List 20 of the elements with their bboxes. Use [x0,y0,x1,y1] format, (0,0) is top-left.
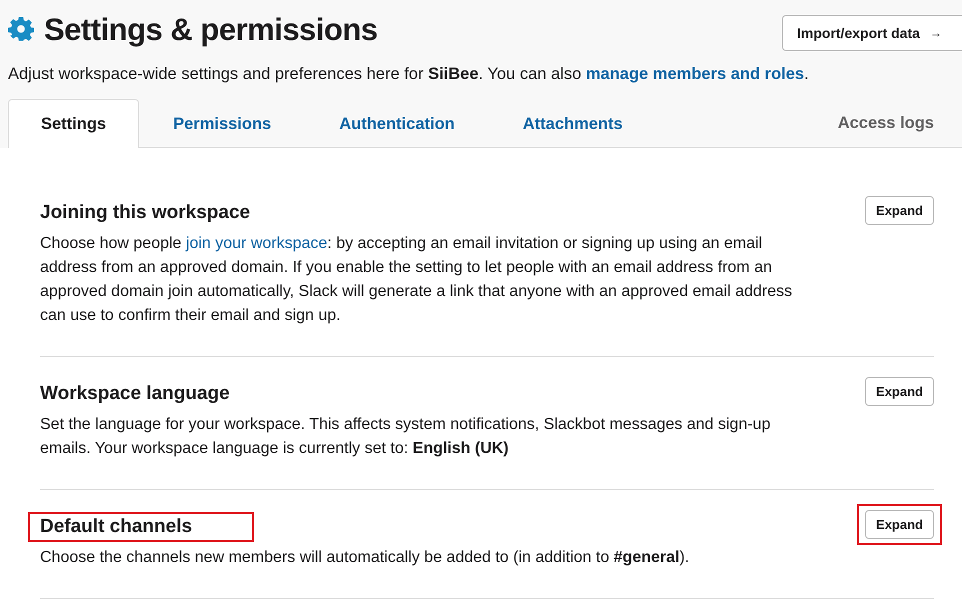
section-description: Choose the channels new members will automatically be added to (in addition to #general). [40,548,690,568]
expand-button[interactable]: Expand [865,377,934,406]
section-description: Set the language for your workspace. This affects system notifications, Slackbot messages and sign-up emails. Your workspace language is currently set to: English (UK) [40,415,772,459]
link[interactable]: manage members and roles [586,65,804,83]
tab[interactable]: Settings [8,99,140,148]
access-logs-link[interactable]: Access logs [838,114,962,147]
tab[interactable]: Authentication [305,100,489,148]
expand-button[interactable]: Expand [865,510,934,539]
page-description: Adjust workspace-wide settings and preferences here for SiiBee. You can also manage members and roles. [8,65,810,84]
link[interactable]: join your workspace [186,235,328,252]
section-title: Workspace language [40,382,230,406]
tab[interactable]: Permissions [139,100,306,148]
section-title: Default channels [30,514,252,540]
section-title: Joining this workspace [40,201,250,225]
section-description: Choose how people join your workspace: by accepting an email invitation or signing up using an email address from an approved domain. If you enable the setting to let people with an email address from an approved domain join automatically, Slack will generate a link that anyone with an approved email address can use to confirm their email and sign up. [40,234,794,326]
tab[interactable]: Attachments [488,100,657,148]
page-title: Settings & permissions [44,12,378,48]
expand-button[interactable]: Expand [865,196,934,225]
gear-icon [8,17,34,43]
import-export-button[interactable]: Import/export data → [782,15,962,51]
